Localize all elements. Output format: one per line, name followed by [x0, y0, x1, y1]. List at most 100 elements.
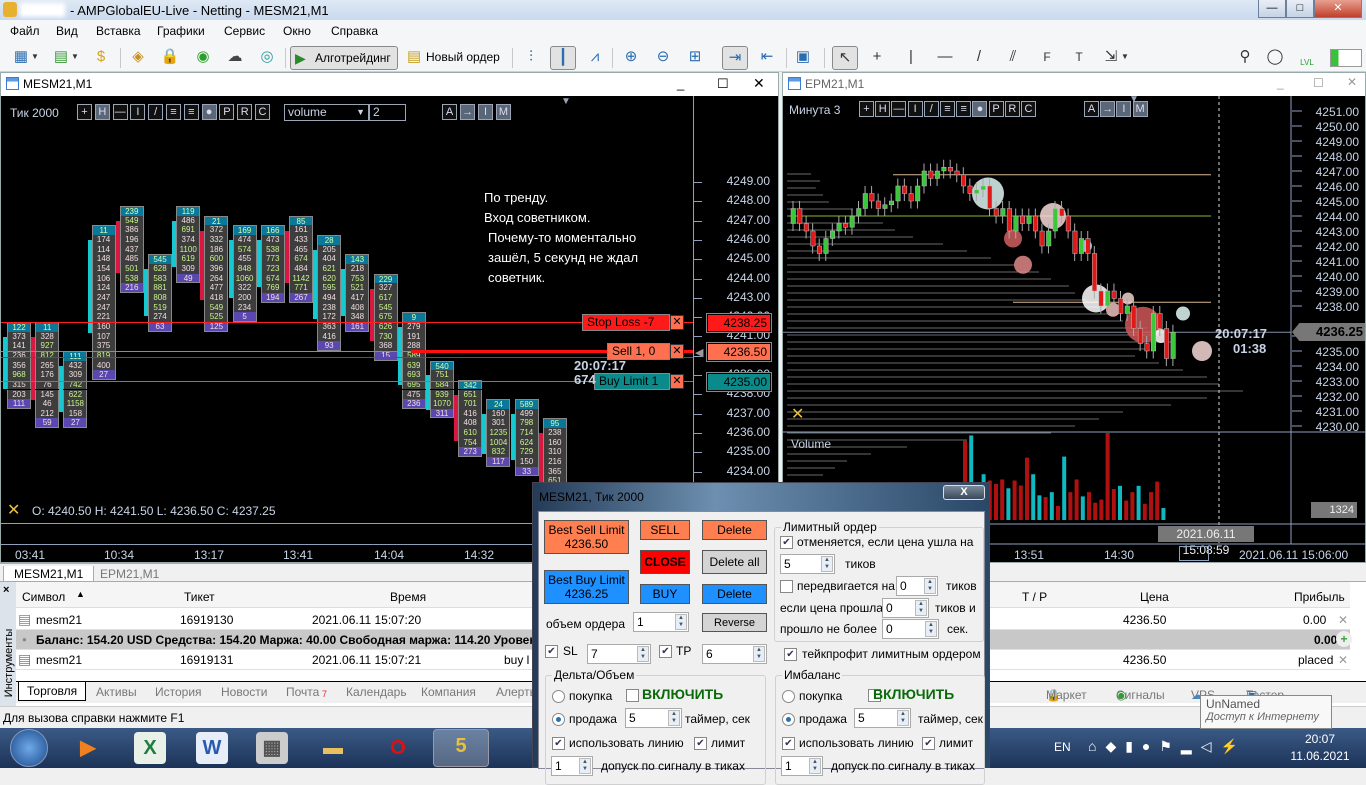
column-profit[interactable]: Прибыль: [1294, 590, 1345, 604]
buy-limit-close-icon[interactable]: ✕: [670, 374, 684, 389]
search-icon[interactable]: ⚲: [1232, 46, 1258, 70]
tp-checkbox[interactable]: ✔: [659, 645, 672, 658]
minimize-button[interactable]: _: [677, 76, 684, 91]
use-line-checkbox[interactable]: ✔: [782, 737, 795, 750]
algo-trading-button[interactable]: ▶ Алготрейдинг: [290, 46, 398, 70]
delete-sell-orders-button[interactable]: Delete: [702, 520, 767, 540]
spinner-icon[interactable]: ▲ ▼: [668, 710, 680, 726]
moves-ticks-input[interactable]: 0 ▲ ▼: [896, 576, 938, 596]
tile-windows-icon[interactable]: ⊞: [682, 46, 708, 70]
vps-icon[interactable]: ☁: [222, 46, 248, 70]
cancel-ticks-input[interactable]: 5 ▲ ▼: [780, 554, 835, 574]
enable-checkbox[interactable]: [626, 689, 639, 702]
tab-assets[interactable]: Активы: [96, 685, 137, 699]
chart-tool-button[interactable]: /: [148, 104, 164, 120]
tab-mail[interactable]: Почта: [286, 685, 319, 699]
best-buy-limit-button[interactable]: Best Buy Limit 4236.25: [544, 570, 629, 604]
chart-tool-button[interactable]: →: [460, 104, 475, 120]
moves-checkbox[interactable]: [780, 580, 793, 593]
chart-tool-button[interactable]: ≡: [956, 101, 972, 117]
menu-file[interactable]: Файл: [10, 24, 40, 38]
chart-tool-button[interactable]: H: [94, 104, 110, 120]
best-sell-limit-button[interactable]: Best Sell Limit 4236.50: [544, 520, 629, 554]
word-icon[interactable]: W: [196, 732, 228, 764]
chart-tool-button[interactable]: M: [496, 104, 511, 120]
buy-button[interactable]: BUY: [640, 584, 690, 604]
chart-shift-marker-icon[interactable]: ▼: [561, 96, 571, 107]
use-line-checkbox[interactable]: ✔: [552, 737, 565, 750]
menu-help[interactable]: Справка: [331, 24, 378, 38]
market-watch-icon[interactable]: $: [88, 46, 114, 70]
tab-history[interactable]: История: [155, 685, 202, 699]
no-more-sec-input[interactable]: 0 ▲ ▼: [882, 619, 939, 639]
sl-checkbox[interactable]: ✔: [545, 645, 558, 658]
tools-icon[interactable]: ✕: [7, 500, 20, 520]
chart-tool-button[interactable]: C: [255, 104, 270, 120]
vertical-line-icon[interactable]: |: [898, 46, 924, 70]
chart-tool-button[interactable]: A: [1084, 101, 1099, 117]
chart-tool-button[interactable]: —: [891, 101, 907, 117]
timer-input[interactable]: 5 ▲ ▼: [854, 708, 911, 728]
chart-tool-button[interactable]: +: [859, 101, 874, 117]
stop-loss-close-icon[interactable]: ✕: [670, 315, 684, 330]
tab-company[interactable]: Компания: [421, 685, 476, 699]
chart-tool-button[interactable]: I: [130, 104, 146, 120]
limit-checkbox[interactable]: ✔: [694, 737, 707, 750]
chart-tool-button[interactable]: ●: [972, 101, 988, 117]
maximize-button[interactable]: ☐: [717, 76, 729, 92]
column-tp[interactable]: T / P: [1022, 590, 1047, 604]
signals-icon[interactable]: ◉: [190, 46, 216, 70]
crosshair-icon[interactable]: +: [864, 46, 890, 70]
column-price[interactable]: Цена: [1140, 590, 1169, 604]
spinner-icon[interactable]: ▲ ▼: [579, 758, 591, 774]
chart-tool-button[interactable]: A: [442, 104, 457, 120]
excel-icon[interactable]: X: [134, 732, 166, 764]
spinner-icon[interactable]: ▲ ▼: [675, 614, 687, 630]
opera-icon[interactable]: O: [382, 732, 414, 764]
chart-tool-button[interactable]: P: [988, 101, 1004, 117]
delete-buy-orders-button[interactable]: Delete: [702, 584, 767, 604]
add-icon[interactable]: +: [1336, 631, 1352, 647]
navigator-icon[interactable]: ◈: [125, 46, 151, 70]
text-icon[interactable]: T: [1066, 46, 1092, 70]
sell-close-icon[interactable]: ✕: [670, 344, 684, 359]
menu-charts[interactable]: Графики: [157, 24, 205, 38]
column-symbol[interactable]: Символ: [22, 590, 65, 604]
delete-all-button[interactable]: Delete all: [702, 550, 767, 574]
start-button[interactable]: [10, 729, 48, 767]
maximize-button[interactable]: □: [1286, 0, 1314, 18]
calculator-icon[interactable]: ▦: [256, 732, 288, 764]
stop-loss-label[interactable]: Stop Loss -7: [582, 314, 670, 331]
maximize-button[interactable]: ☐: [1313, 76, 1324, 90]
order-volume-input[interactable]: 1 ▲ ▼: [633, 612, 689, 632]
chevron-down-icon[interactable]: ▼: [1120, 46, 1130, 70]
menu-tools[interactable]: Сервис: [224, 24, 265, 38]
chart-tool-button[interactable]: I: [478, 104, 493, 120]
minimize-button[interactable]: _: [1277, 76, 1284, 90]
autoscroll-icon[interactable]: ⇤: [754, 46, 780, 70]
explorer-icon[interactable]: ▬: [317, 732, 349, 764]
community-icon[interactable]: ◎: [254, 46, 280, 70]
tolerance-input[interactable]: 1 ▲ ▼: [781, 756, 823, 776]
chart-tool-button[interactable]: R: [237, 104, 253, 120]
passed-ticks-input[interactable]: 0 ▲ ▼: [882, 598, 929, 618]
chart-tool-button[interactable]: C: [1021, 101, 1036, 117]
chevron-down-icon[interactable]: ▼: [30, 46, 40, 70]
chart-tool-button[interactable]: →: [1100, 101, 1116, 117]
tab-trade[interactable]: Торговля: [18, 682, 87, 701]
chart-tool-button[interactable]: ●: [201, 104, 217, 120]
reverse-button[interactable]: Reverse: [702, 613, 767, 632]
chart-tool-button[interactable]: P: [219, 104, 235, 120]
limit-checkbox[interactable]: ✔: [922, 737, 935, 750]
sl-input[interactable]: 7 ▲ ▼: [587, 644, 651, 664]
close-button[interactable]: ✕: [1314, 0, 1362, 18]
fibonacci-icon[interactable]: F: [1034, 46, 1060, 70]
chart-shift-icon[interactable]: ⇥: [722, 46, 748, 70]
spinner-icon[interactable]: ▲ ▼: [924, 578, 936, 594]
zoom-in-icon[interactable]: ⊕: [618, 46, 644, 70]
chart-tool-button[interactable]: —: [112, 104, 128, 120]
chart-tool-button[interactable]: H: [875, 101, 891, 117]
spinner-icon[interactable]: ▲ ▼: [897, 710, 909, 726]
new-order-button[interactable]: ▤ Новый ордер: [404, 46, 504, 70]
spinner-icon[interactable]: ▲ ▼: [637, 646, 649, 662]
